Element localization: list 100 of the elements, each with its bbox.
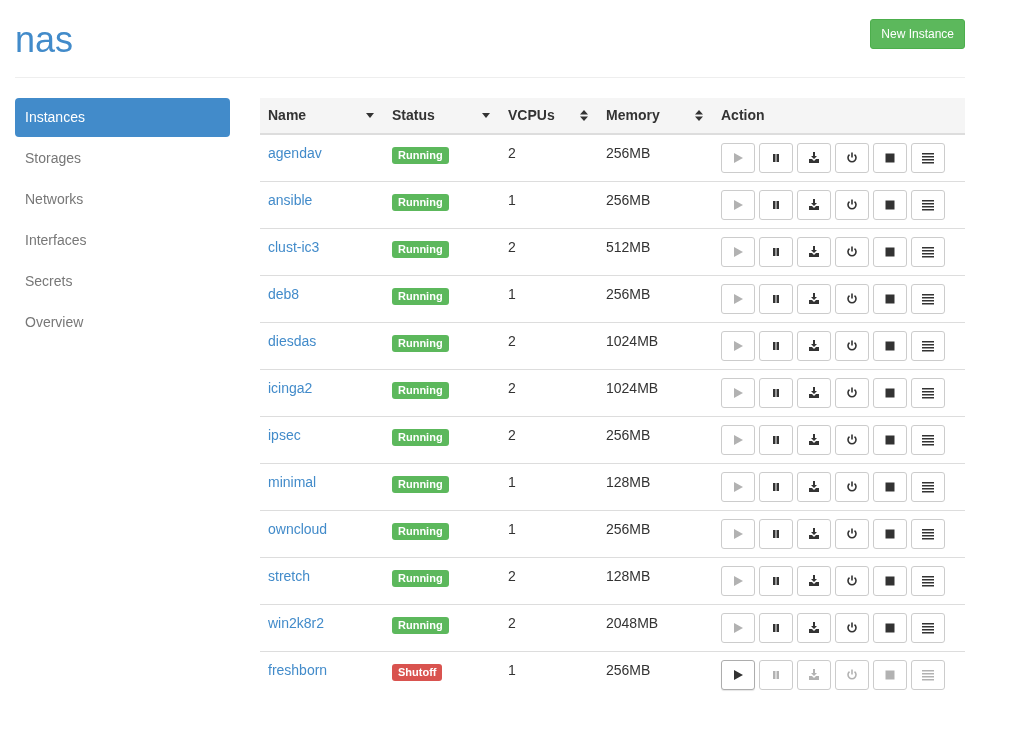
sort-icon[interactable] [580,110,588,121]
save-button[interactable] [797,331,831,361]
power-button[interactable] [835,237,869,267]
power-button[interactable] [835,378,869,408]
play-button[interactable] [721,660,755,690]
column-header[interactable]: VCPUs [508,107,555,124]
save-button[interactable] [797,378,831,408]
status-label: Running [392,429,449,446]
sidebar-item[interactable]: Instances [15,98,230,137]
list-button[interactable] [911,566,945,596]
stop-button[interactable] [873,566,907,596]
instance-link[interactable]: freshborn [268,662,328,678]
power-button[interactable] [835,331,869,361]
power-icon [846,575,858,587]
list-button[interactable] [911,613,945,643]
save-button[interactable] [797,190,831,220]
list-button[interactable] [911,331,945,361]
save-button[interactable] [797,425,831,455]
power-button[interactable] [835,613,869,643]
list-icon [922,434,934,446]
instance-link[interactable]: clust-ic3 [268,239,320,255]
power-button[interactable] [835,472,869,502]
stop-button[interactable] [873,425,907,455]
pause-icon [770,669,782,681]
status-label: Running [392,147,449,164]
pause-button[interactable] [759,472,793,502]
power-button[interactable] [835,284,869,314]
save-button[interactable] [797,613,831,643]
instance-link[interactable]: minimal [268,474,317,490]
instance-link[interactable]: icinga2 [268,380,313,396]
pause-button[interactable] [759,519,793,549]
list-button[interactable] [911,472,945,502]
table-cell: 1 [508,286,516,302]
pause-button[interactable] [759,378,793,408]
stop-button[interactable] [873,472,907,502]
stop-icon [884,575,896,587]
pause-button[interactable] [759,143,793,173]
save-button[interactable] [797,566,831,596]
power-button[interactable] [835,519,869,549]
list-button[interactable] [911,143,945,173]
status-label: Running [392,476,449,493]
stop-button[interactable] [873,519,907,549]
instance-link[interactable]: ipsec [268,427,301,443]
save-button[interactable] [797,472,831,502]
pause-button[interactable] [759,284,793,314]
stop-button[interactable] [873,331,907,361]
instance-link[interactable]: win2k8r2 [268,615,325,631]
pause-button[interactable] [759,331,793,361]
stop-button[interactable] [873,190,907,220]
pause-icon [770,340,782,352]
column-header[interactable]: Name [268,107,307,124]
pause-button[interactable] [759,425,793,455]
instance-link[interactable]: diesdas [268,333,317,349]
sort-caret-icon[interactable] [482,113,490,118]
sidebar-item[interactable]: Secrets [15,262,230,301]
list-button[interactable] [911,284,945,314]
pause-button[interactable] [759,237,793,267]
instance-link[interactable]: deb8 [268,286,300,302]
instance-link[interactable]: stretch [268,568,310,584]
stop-button[interactable] [873,378,907,408]
pause-icon [770,387,782,399]
pause-icon [770,293,782,305]
list-button[interactable] [911,378,945,408]
list-button[interactable] [911,237,945,267]
stop-button[interactable] [873,284,907,314]
pause-button[interactable] [759,566,793,596]
status-label: Running [392,288,449,305]
table-cell: 2 [508,568,516,584]
sidebar-item[interactable]: Overview [15,303,230,342]
new-instance-button[interactable]: New Instance [870,19,965,49]
column-header[interactable]: Action [721,107,765,124]
table-cell: 2048MB [606,615,659,631]
sidebar-item[interactable]: Interfaces [15,221,230,260]
list-button[interactable] [911,190,945,220]
stop-button[interactable] [873,143,907,173]
column-header[interactable]: Memory [606,107,660,124]
save-button[interactable] [797,519,831,549]
sidebar-item[interactable]: Networks [15,180,230,219]
save-button[interactable] [797,284,831,314]
list-button[interactable] [911,425,945,455]
sort-icon[interactable] [695,110,703,121]
play-icon [732,340,744,352]
instance-link[interactable]: ansible [268,192,313,208]
power-button[interactable] [835,425,869,455]
power-button[interactable] [835,190,869,220]
instance-link[interactable]: agendav [268,145,322,161]
power-icon [846,669,858,681]
column-header[interactable]: Status [392,107,435,124]
list-button[interactable] [911,519,945,549]
stop-button[interactable] [873,613,907,643]
save-button[interactable] [797,237,831,267]
sort-caret-icon[interactable] [366,113,374,118]
instance-link[interactable]: owncloud [268,521,328,537]
power-button[interactable] [835,566,869,596]
stop-button[interactable] [873,237,907,267]
pause-button[interactable] [759,613,793,643]
save-button[interactable] [797,143,831,173]
pause-button[interactable] [759,190,793,220]
sidebar-item[interactable]: Storages [15,139,230,178]
power-button[interactable] [835,143,869,173]
